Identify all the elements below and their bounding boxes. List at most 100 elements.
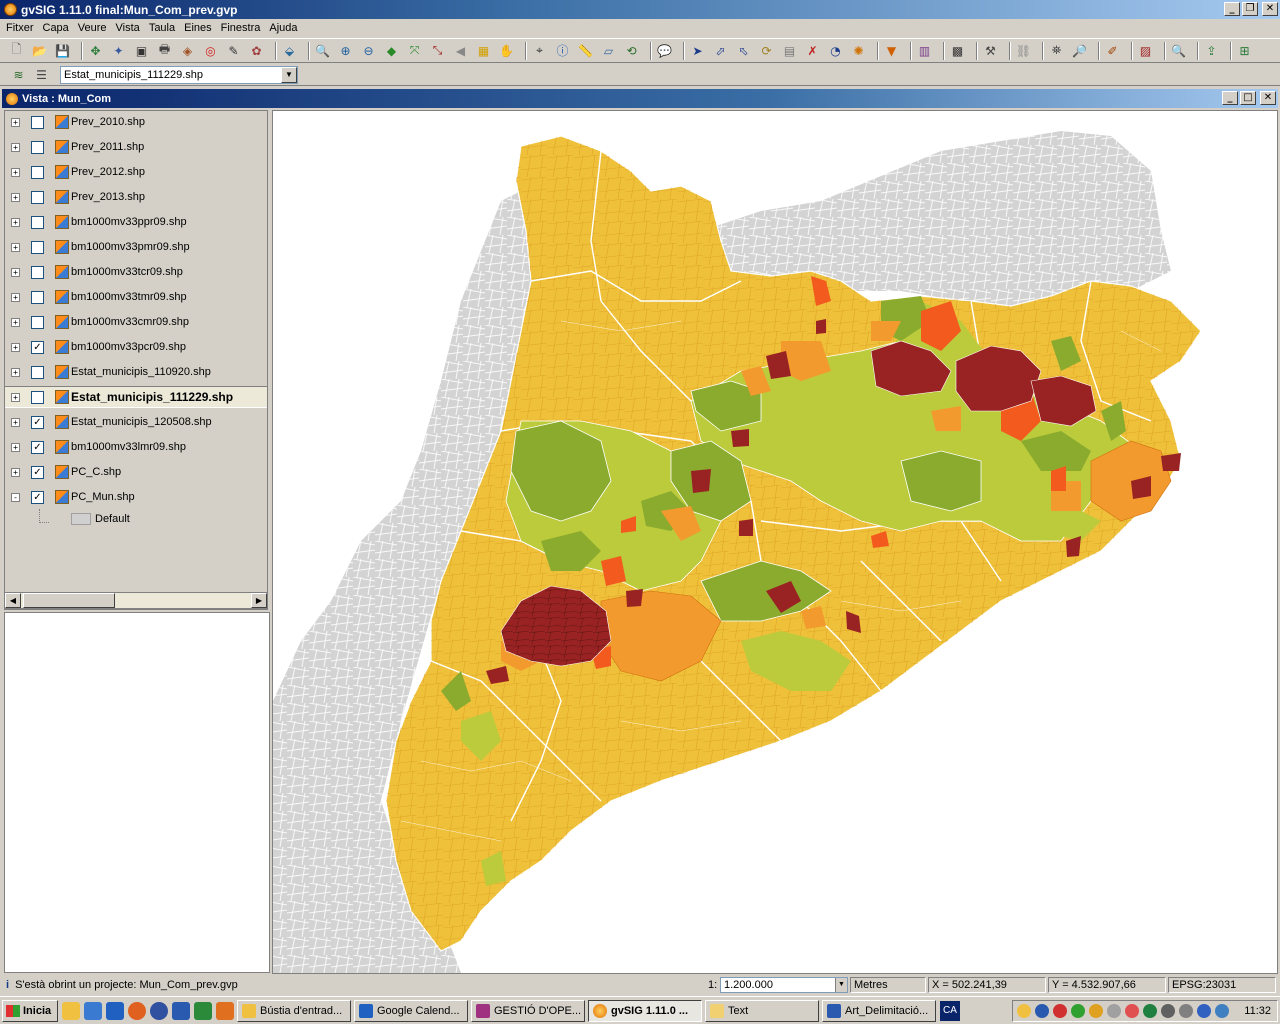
tray-alert-icon[interactable] xyxy=(1125,1004,1139,1018)
filter-icon[interactable]: ▼ xyxy=(883,42,900,59)
add-window-icon[interactable]: ⊞ xyxy=(1236,42,1253,59)
save-project-icon[interactable]: 💾 xyxy=(54,42,71,59)
menu-fitxer[interactable]: Fitxer xyxy=(2,22,38,34)
zoom-select-icon[interactable]: 🔍 xyxy=(314,42,331,59)
chevron-down-icon[interactable]: ▼ xyxy=(835,978,847,992)
layer-row[interactable]: + Prev_2013.shp xyxy=(5,186,267,208)
layer-row[interactable]: + bm1000mv33pmr09.shp xyxy=(5,236,267,258)
expand-icon[interactable]: + xyxy=(11,192,20,202)
layer-row[interactable]: - ✓ PC_Mun.shp xyxy=(5,486,267,508)
view-close-button[interactable]: ✕ xyxy=(1260,91,1276,105)
menu-eines[interactable]: Eines xyxy=(180,22,216,34)
expand-icon[interactable]: + xyxy=(11,217,20,227)
word-icon[interactable] xyxy=(172,1001,190,1020)
layer-row[interactable]: + bm1000mv33tcr09.shp xyxy=(5,261,267,283)
tools-icon[interactable]: ✿ xyxy=(248,42,265,59)
zoom-in-icon[interactable]: ⊕ xyxy=(337,42,354,59)
layer-visibility-checkbox[interactable] xyxy=(31,140,44,154)
toc-horizontal-scrollbar[interactable]: ◀ ▶ xyxy=(4,592,268,609)
full-extent-icon[interactable]: ⤧ xyxy=(406,42,423,59)
select-by-circle-icon[interactable]: ◔ xyxy=(827,42,844,59)
measure-area-icon[interactable]: ▱ xyxy=(600,42,617,59)
tray-printer-icon[interactable] xyxy=(1179,1004,1193,1018)
layer-row[interactable]: + ✓ Estat_municipis_120508.shp xyxy=(5,411,267,433)
scroll-thumb[interactable] xyxy=(23,593,115,608)
expand-icon[interactable]: + xyxy=(11,417,20,427)
expand-icon[interactable]: + xyxy=(11,342,20,352)
tray-settings-icon[interactable] xyxy=(1161,1004,1175,1018)
menu-capa[interactable]: Capa xyxy=(39,22,73,34)
grid-icon[interactable]: ▩ xyxy=(949,42,966,59)
expand-icon[interactable]: + xyxy=(11,392,20,402)
tray-app-icon[interactable] xyxy=(1035,1004,1049,1018)
layer-visibility-checkbox[interactable] xyxy=(31,240,44,254)
tray-security-icon[interactable] xyxy=(1053,1004,1067,1018)
layer-visibility-checkbox[interactable]: ✓ xyxy=(31,490,44,504)
task-mail[interactable]: Bústia d'entrad... xyxy=(237,999,351,1022)
scroll-left-icon[interactable]: ◀ xyxy=(5,593,21,608)
invert-selection-icon[interactable]: ⟳ xyxy=(758,42,775,59)
expand-icon[interactable]: + xyxy=(11,467,20,477)
language-indicator[interactable]: CA xyxy=(940,1000,960,1021)
view-minimize-button[interactable]: _ xyxy=(1222,91,1238,105)
menu-veure[interactable]: Veure xyxy=(74,22,111,34)
zoom-all-icon[interactable]: ⤡ xyxy=(429,42,446,59)
tray-update-icon[interactable] xyxy=(1089,1004,1103,1018)
zoom-out-icon[interactable]: ⊖ xyxy=(360,42,377,59)
expand-icon[interactable]: + xyxy=(11,117,20,127)
scroll-right-icon[interactable]: ▶ xyxy=(251,593,267,608)
export-icon[interactable]: ⇪ xyxy=(1203,42,1220,59)
task-text[interactable]: Text xyxy=(705,999,819,1022)
layer-visibility-checkbox[interactable] xyxy=(31,215,44,229)
expand-icon[interactable]: + xyxy=(11,317,20,327)
excel-icon[interactable] xyxy=(194,1001,212,1020)
menu-taula[interactable]: Taula xyxy=(145,22,179,34)
tray-calendar-icon[interactable] xyxy=(1017,1004,1031,1018)
expand-icon[interactable]: + xyxy=(11,242,20,252)
restore-button[interactable]: ❐ xyxy=(1242,2,1258,16)
tray-sync-icon[interactable] xyxy=(1107,1004,1121,1018)
layer-row[interactable]: + ✓ bm1000mv33lmr09.shp xyxy=(5,436,267,458)
chevron-down-icon[interactable]: ▼ xyxy=(281,66,297,83)
tray-volume-icon[interactable] xyxy=(1215,1004,1229,1018)
layer-visibility-checkbox[interactable] xyxy=(31,190,44,204)
info-icon[interactable]: ⓘ xyxy=(554,42,571,59)
expand-icon[interactable]: + xyxy=(11,267,20,277)
expand-icon[interactable]: + xyxy=(11,142,20,152)
view-maximize-button[interactable]: □ xyxy=(1240,91,1256,105)
menu-vista[interactable]: Vista xyxy=(112,22,144,34)
previous-zoom-icon[interactable]: ◀ xyxy=(452,42,469,59)
layer-row[interactable]: + Prev_2012.shp xyxy=(5,161,267,183)
hyperlink-icon[interactable]: ⟲ xyxy=(623,42,640,59)
layer-row[interactable]: + ✓ bm1000mv33pcr09.shp xyxy=(5,336,267,358)
select-by-point-icon[interactable]: ✺ xyxy=(850,42,867,59)
zoom-selection-icon[interactable]: ▦ xyxy=(475,42,492,59)
expand-icon[interactable]: + xyxy=(11,442,20,452)
menu-ajuda[interactable]: Ajuda xyxy=(265,22,301,34)
close-button[interactable]: ✕ xyxy=(1262,2,1278,16)
tray-network-icon[interactable] xyxy=(1071,1004,1085,1018)
search-icon[interactable]: 🔎 xyxy=(1071,42,1088,59)
layer-visibility-checkbox[interactable] xyxy=(31,115,44,129)
menu-finestra[interactable]: Finestra xyxy=(217,22,265,34)
select-polygon-icon[interactable]: ⬁ xyxy=(735,42,752,59)
target-icon[interactable]: ◎ xyxy=(202,42,219,59)
layer-visibility-checkbox[interactable] xyxy=(31,290,44,304)
layer-row[interactable]: + Estat_municipis_111229.shp xyxy=(5,386,267,408)
browser-icon[interactable] xyxy=(84,1001,102,1020)
select-layer-icon[interactable]: ▤ xyxy=(781,42,798,59)
tray-globe-icon[interactable] xyxy=(1197,1004,1211,1018)
task-gvsig[interactable]: gvSIG 1.11.0 ... xyxy=(588,999,702,1022)
clear-selection-icon[interactable]: ✗ xyxy=(804,42,821,59)
catalog-icon[interactable]: ⛯ xyxy=(1048,42,1065,59)
tray-status-icon[interactable] xyxy=(1143,1004,1157,1018)
start-button[interactable]: Inicia xyxy=(2,999,58,1022)
minimize-button[interactable]: _ xyxy=(1224,2,1240,16)
firefox-icon[interactable] xyxy=(128,1001,146,1020)
new-layer-icon[interactable]: ▣ xyxy=(133,42,150,59)
layer-visibility-checkbox[interactable] xyxy=(31,365,44,379)
layer-visibility-checkbox[interactable]: ✓ xyxy=(31,440,44,454)
vlc-icon[interactable] xyxy=(216,1001,234,1020)
layer-stack-icon[interactable]: ≋ xyxy=(10,66,27,83)
layer-visibility-checkbox[interactable]: ✓ xyxy=(31,415,44,429)
